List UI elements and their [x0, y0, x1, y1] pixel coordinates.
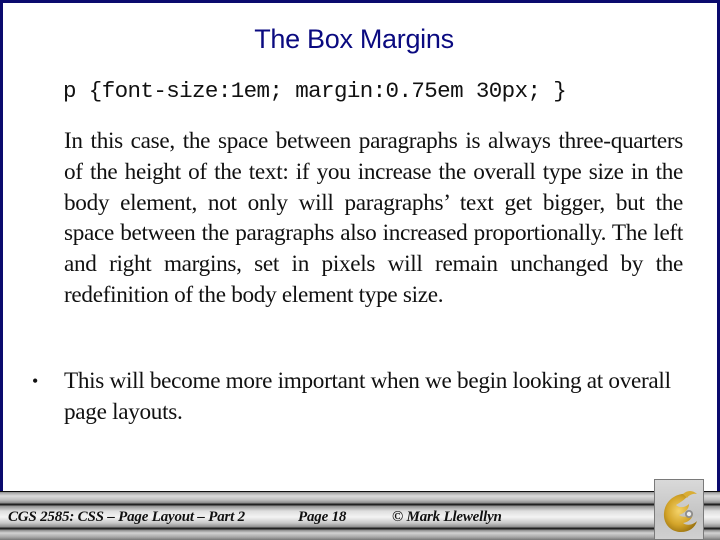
footer-top-line: [0, 491, 720, 492]
body-paragraph: In this case, the space between paragrap…: [64, 128, 683, 308]
logo-box: [654, 479, 704, 540]
footer-bar: CGS 2585: CSS – Page Layout – Part 2 Pag…: [0, 491, 720, 540]
footer-course: CGS 2585: CSS – Page Layout – Part 2: [8, 509, 245, 525]
footer-page-number: Page 18: [298, 509, 347, 525]
bullet-item: • This will become more important when w…: [32, 366, 684, 428]
slide-title: The Box Margins: [254, 24, 454, 54]
bullet-text: This will become more important when we …: [64, 368, 671, 425]
footer-author: © Mark Llewellyn: [392, 509, 502, 525]
bullet-icon: •: [32, 371, 39, 391]
pegasus-logo-icon: [663, 491, 697, 532]
css-code-line: p {font-size:1em; margin:0.75em 30px; }: [63, 78, 567, 104]
